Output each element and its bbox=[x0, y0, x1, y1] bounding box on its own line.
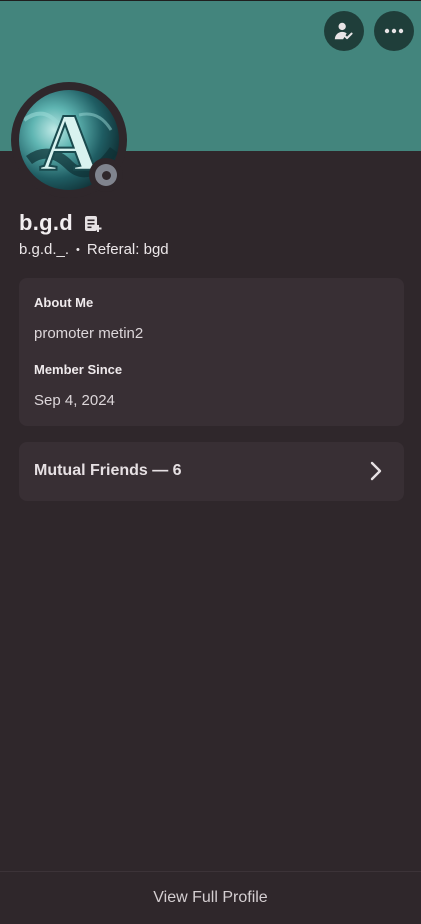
about-me-heading: About Me bbox=[34, 295, 94, 310]
add-friend-button[interactable] bbox=[324, 11, 364, 51]
mutual-friends-row[interactable]: Mutual Friends — 6 bbox=[19, 442, 404, 501]
chevron-right-icon bbox=[370, 461, 382, 481]
about-me-text: promoter metin2 bbox=[34, 325, 144, 342]
view-full-profile-button[interactable]: View Full Profile bbox=[0, 871, 421, 924]
member-since-date: Sep 4, 2024 bbox=[34, 392, 115, 409]
more-options-button[interactable] bbox=[374, 11, 414, 51]
nameplate-icon[interactable] bbox=[83, 214, 103, 234]
username: b.g.d._. bbox=[19, 241, 70, 258]
about-card: About Me promoter metin2 Member Since Se… bbox=[19, 278, 404, 426]
avatar-container[interactable]: A bbox=[11, 82, 127, 198]
username-line: b.g.d._. • Referal: bgd bbox=[19, 241, 169, 258]
separator-dot: • bbox=[76, 243, 80, 256]
member-since-heading: Member Since bbox=[34, 362, 123, 377]
pronouns-text: Referal: bgd bbox=[86, 241, 169, 258]
display-name: b.g.d bbox=[19, 210, 74, 235]
status-indicator bbox=[89, 158, 123, 192]
offline-status-icon bbox=[95, 164, 117, 186]
add-friend-icon bbox=[334, 22, 353, 40]
mutual-friends-label: Mutual Friends — 6 bbox=[34, 462, 182, 479]
more-options-icon bbox=[384, 28, 404, 34]
